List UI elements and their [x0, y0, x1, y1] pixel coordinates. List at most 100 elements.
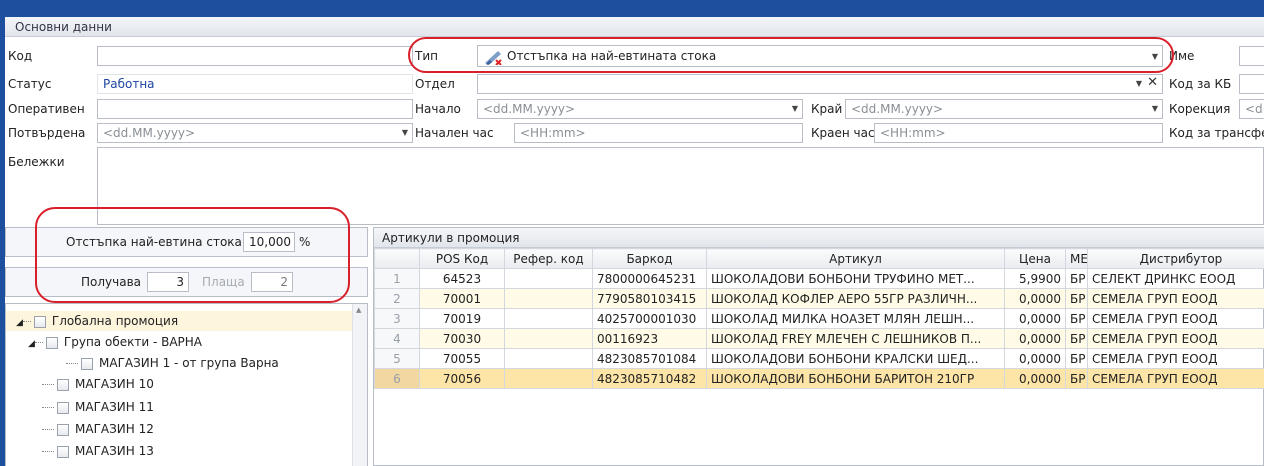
row-number: 5 [374, 348, 420, 369]
price-cell[interactable]: 0,0000 [1004, 288, 1066, 309]
price-cell[interactable]: 0,0000 [1004, 348, 1066, 369]
table-header-row: POS Код Рефер. код Баркод Артикул Цена М… [374, 248, 1264, 269]
column-header[interactable]: Артикул [706, 248, 1005, 269]
unit-cell[interactable]: БР [1065, 328, 1088, 349]
unit-cell[interactable]: БР [1065, 368, 1088, 389]
checkbox-icon[interactable] [45, 336, 58, 349]
name-input[interactable] [1239, 46, 1264, 66]
checkbox-icon[interactable] [33, 315, 46, 328]
confirmed-date-picker[interactable]: <dd.MM.yyyy> ▼ [97, 123, 413, 143]
price-cell[interactable]: 0,0000 [1004, 308, 1066, 329]
tree-item-store-11[interactable]: МАГАЗИН 11 [42, 397, 154, 417]
article-cell[interactable]: ШОКОЛАДОВИ БОНБОНИ КРАЛСКИ ШЕД... [706, 348, 1005, 369]
tree-item-store-13[interactable]: МАГАЗИН 13 [42, 441, 154, 461]
ref-code-cell[interactable] [504, 288, 593, 309]
ref-code-cell[interactable] [504, 368, 593, 389]
ref-code-cell[interactable] [504, 328, 593, 349]
chevron-down-icon[interactable]: ▼ [1152, 100, 1158, 118]
tree-item-store-12[interactable]: МАГАЗИН 12 [42, 419, 154, 439]
barcode-cell[interactable]: 4823085710482 [592, 368, 707, 389]
barcode-cell[interactable]: 7800000645231 [592, 268, 707, 289]
end-time-input[interactable]: <HH:mm> [874, 123, 1163, 143]
pos-code-cell[interactable]: 70019 [419, 308, 505, 329]
table-row[interactable]: 4 70030 00116923 ШОКОЛАД FREY МЛЕЧЕН С Л… [374, 328, 1264, 349]
articles-table: POS Код Рефер. код Баркод Артикул Цена М… [374, 248, 1264, 389]
barcode-cell[interactable]: 00116923 [592, 328, 707, 349]
distributor-cell[interactable]: СЕМЕЛА ГРУП ЕООД [1087, 308, 1264, 329]
article-cell[interactable]: ШОКОЛАД МИЛКА НОАЗЕТ МЛЯН ЛЕШН... [706, 308, 1005, 329]
article-cell[interactable]: ШОКОЛАД FREY МЛЕЧЕН С ЛЕШНИКОВ П... [706, 328, 1005, 349]
department-label: Отдел [415, 77, 455, 91]
distributor-cell[interactable]: СЕЛЕКТ ДРИНКС ЕООД [1087, 268, 1264, 289]
distributor-cell[interactable]: СЕМЕЛА ГРУП ЕООД [1087, 328, 1264, 349]
expand-icon[interactable]: ◢ [28, 339, 35, 349]
tree-item-global[interactable]: ◢ Глобална промоция [6, 311, 352, 331]
ref-code-cell[interactable] [504, 348, 593, 369]
column-header[interactable]: Дистрибутор [1087, 248, 1264, 269]
pos-code-cell[interactable]: 70055 [419, 348, 505, 369]
start-date-picker[interactable]: <dd.MM.yyyy> ▼ [477, 99, 803, 119]
confirmed-placeholder: <dd.MM.yyyy> [103, 126, 196, 140]
kb-code-input[interactable] [1239, 74, 1264, 94]
ref-code-cell[interactable] [504, 268, 593, 289]
checkbox-icon[interactable] [57, 423, 69, 436]
column-header[interactable]: Баркод [592, 248, 707, 269]
unit-cell[interactable]: БР [1065, 348, 1088, 369]
start-time-input[interactable]: <HH:mm> [514, 123, 803, 143]
chevron-down-icon[interactable]: ▼ [792, 100, 798, 118]
article-cell[interactable]: ШОКОЛАДОВИ БОНБОНИ ТРУФИНО МЕТ... [706, 268, 1005, 289]
table-row[interactable]: 5 70055 4823085701084 ШОКОЛАДОВИ БОНБОНИ… [374, 348, 1264, 369]
column-header[interactable]: Цена [1004, 248, 1066, 269]
barcode-cell[interactable]: 4823085701084 [592, 348, 707, 369]
checkbox-icon[interactable] [57, 445, 69, 458]
distributor-cell[interactable]: СЕМЕЛА ГРУП ЕООД [1087, 368, 1264, 389]
scroll-up-icon[interactable]: ▲ [356, 306, 361, 314]
correction-label: Корекция [1169, 102, 1231, 116]
pos-code-cell[interactable]: 64523 [419, 268, 505, 289]
distributor-cell[interactable]: СЕМЕЛА ГРУП ЕООД [1087, 288, 1264, 309]
tree-scrollbar[interactable]: ▲ [352, 304, 367, 466]
article-cell[interactable]: ШОКОЛАД КОФЛЕР АЕРО 55ГР РАЗЛИЧН... [706, 288, 1005, 309]
chevron-down-icon[interactable]: ▼ [402, 124, 408, 142]
department-select[interactable]: ▼ ✕ [477, 74, 1163, 94]
checkbox-icon[interactable] [57, 401, 69, 414]
start-label: Начало [415, 102, 461, 116]
price-cell[interactable]: 0,0000 [1004, 368, 1066, 389]
unit-cell[interactable]: БР [1065, 308, 1088, 329]
expand-icon[interactable]: ◢ [16, 318, 23, 328]
code-input[interactable] [97, 46, 413, 66]
clear-icon[interactable]: ✕ [1147, 75, 1158, 92]
table-row[interactable]: 2 70001 7790580103415 ШОКОЛАД КОФЛЕР АЕР… [374, 288, 1264, 309]
price-cell[interactable]: 0,0000 [1004, 328, 1066, 349]
unit-cell[interactable]: БР [1065, 288, 1088, 309]
notes-label: Бележки [8, 155, 65, 169]
chevron-down-icon[interactable]: ▼ [1136, 75, 1142, 93]
operative-input[interactable] [97, 99, 413, 119]
unit-cell[interactable]: БР [1065, 268, 1088, 289]
column-header[interactable]: Рефер. код [504, 248, 593, 269]
start-placeholder: <dd.MM.yyyy> [483, 102, 576, 116]
pos-code-cell[interactable]: 70056 [419, 368, 505, 389]
tree-item-store-1[interactable]: МАГАЗИН 1 - от група Варна [66, 353, 279, 373]
pos-code-cell[interactable]: 70001 [419, 288, 505, 309]
distributor-cell[interactable]: СЕМЕЛА ГРУП ЕООД [1087, 348, 1264, 369]
table-row[interactable]: 1 64523 7800000645231 ШОКОЛАДОВИ БОНБОНИ… [374, 268, 1264, 289]
group-header: Основни данни [5, 17, 1264, 37]
column-header[interactable]: МЕ [1065, 248, 1088, 269]
checkbox-icon[interactable] [57, 378, 69, 391]
ref-code-cell[interactable] [504, 308, 593, 329]
column-header[interactable]: POS Код [419, 248, 505, 269]
barcode-cell[interactable]: 7790580103415 [592, 288, 707, 309]
table-row-selected[interactable]: 6 70056 4823085710482 ШОКОЛАДОВИ БОНБОНИ… [374, 368, 1264, 389]
end-date-picker[interactable]: <dd.MM.yyyy> ▼ [845, 99, 1163, 119]
tree-item-store-10[interactable]: МАГАЗИН 10 [42, 374, 154, 394]
checkbox-icon[interactable] [81, 357, 93, 370]
article-cell[interactable]: ШОКОЛАДОВИ БОНБОНИ БАРИТОН 210ГР [706, 368, 1005, 389]
pos-code-cell[interactable]: 70030 [419, 328, 505, 349]
row-number: 1 [374, 268, 420, 289]
correction-input[interactable]: <d [1239, 99, 1264, 119]
barcode-cell[interactable]: 4025700001030 [592, 308, 707, 329]
table-row[interactable]: 3 70019 4025700001030 ШОКОЛАД МИЛКА НОАЗ… [374, 308, 1264, 329]
tree-item-group-varna[interactable]: ◢ Група обекти - ВАРНА [28, 332, 202, 352]
price-cell[interactable]: 5,9900 [1004, 268, 1066, 289]
